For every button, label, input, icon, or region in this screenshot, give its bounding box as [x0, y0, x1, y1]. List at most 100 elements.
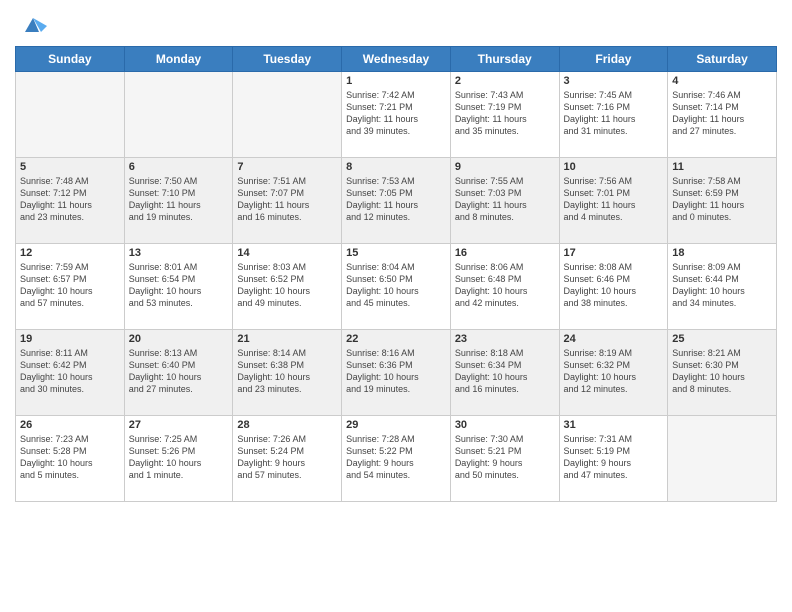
day-number: 20 [129, 333, 229, 345]
day-number: 8 [346, 161, 446, 173]
calendar-cell: 3 Sunrise: 7:45 AM Sunset: 7:16 PM Daylig… [559, 72, 668, 158]
cell-info: Sunrise: 8:01 AM Sunset: 6:54 PM Dayligh… [129, 261, 229, 310]
cell-info: Sunrise: 7:42 AM Sunset: 7:21 PM Dayligh… [346, 89, 446, 138]
header [15, 10, 777, 38]
calendar-cell: 26Sunrise: 7:23 AM Sunset: 5:28 PM Dayli… [16, 416, 125, 502]
weekday-header: Wednesday [342, 47, 451, 72]
calendar-cell: 2 Sunrise: 7:43 AM Sunset: 7:19 PM Daylig… [450, 72, 559, 158]
cell-info: Sunrise: 7:55 AM Sunset: 7:03 PM Dayligh… [455, 175, 555, 224]
calendar-week-row: 12 Sunrise: 7:59 AM Sunset: 6:57 PM Dayli… [16, 244, 777, 330]
day-number: 19 [20, 333, 120, 345]
day-number: 25 [672, 333, 772, 345]
day-number: 29 [346, 419, 446, 431]
day-number: 15 [346, 247, 446, 259]
day-number: 17 [564, 247, 664, 259]
calendar-cell: 30 Sunrise: 7:30 AM Sunset: 5:21 PM Dayli… [450, 416, 559, 502]
calendar-cell: 7Sunrise: 7:51 AM Sunset: 7:07 PM Daylig… [233, 158, 342, 244]
cell-info: Sunrise: 7:45 AM Sunset: 7:16 PM Dayligh… [564, 89, 664, 138]
day-number: 10 [564, 161, 664, 173]
calendar-cell: 6 Sunrise: 7:50 AM Sunset: 7:10 PM Daylig… [124, 158, 233, 244]
day-number: 27 [129, 419, 229, 431]
cell-info: Sunrise: 7:59 AM Sunset: 6:57 PM Dayligh… [20, 261, 120, 310]
calendar-cell [16, 72, 125, 158]
day-number: 11 [672, 161, 772, 173]
weekday-header: Thursday [450, 47, 559, 72]
calendar-cell: 4 Sunrise: 7:46 AM Sunset: 7:14 PM Daylig… [668, 72, 777, 158]
calendar-cell: 9 Sunrise: 7:55 AM Sunset: 7:03 PM Daylig… [450, 158, 559, 244]
calendar-cell: 18 Sunrise: 8:09 AM Sunset: 6:44 PM Dayli… [668, 244, 777, 330]
day-number: 1 [346, 75, 446, 87]
day-number: 22 [346, 333, 446, 345]
calendar-cell [668, 416, 777, 502]
cell-info: Sunrise: 7:26 AM Sunset: 5:24 PM Dayligh… [237, 433, 337, 482]
day-number: 14 [237, 247, 337, 259]
calendar-cell: 8 Sunrise: 7:53 AM Sunset: 7:05 PM Daylig… [342, 158, 451, 244]
cell-info: Sunrise: 8:16 AM Sunset: 6:36 PM Dayligh… [346, 347, 446, 396]
logo [15, 14, 47, 38]
cell-info: Sunrise: 8:13 AM Sunset: 6:40 PM Dayligh… [129, 347, 229, 396]
calendar-cell: 25 Sunrise: 8:21 AM Sunset: 6:30 PM Dayli… [668, 330, 777, 416]
logo-icon [19, 10, 47, 38]
cell-info: Sunrise: 8:08 AM Sunset: 6:46 PM Dayligh… [564, 261, 664, 310]
cell-info: Sunrise: 7:50 AM Sunset: 7:10 PM Dayligh… [129, 175, 229, 224]
calendar-cell: 1 Sunrise: 7:42 AM Sunset: 7:21 PM Daylig… [342, 72, 451, 158]
day-number: 6 [129, 161, 229, 173]
weekday-header: Tuesday [233, 47, 342, 72]
calendar-week-row: 19 Sunrise: 8:11 AM Sunset: 6:42 PM Dayli… [16, 330, 777, 416]
calendar-cell: 21 Sunrise: 8:14 AM Sunset: 6:38 PM Dayli… [233, 330, 342, 416]
calendar-cell: 14 Sunrise: 8:03 AM Sunset: 6:52 PM Dayli… [233, 244, 342, 330]
cell-info: Sunrise: 8:19 AM Sunset: 6:32 PM Dayligh… [564, 347, 664, 396]
calendar-week-row: 1 Sunrise: 7:42 AM Sunset: 7:21 PM Daylig… [16, 72, 777, 158]
day-number: 5 [20, 161, 120, 173]
cell-info: Sunrise: 7:43 AM Sunset: 7:19 PM Dayligh… [455, 89, 555, 138]
cell-info: Sunrise: 8:03 AM Sunset: 6:52 PM Dayligh… [237, 261, 337, 310]
cell-info: Sunrise: 8:21 AM Sunset: 6:30 PM Dayligh… [672, 347, 772, 396]
cell-info: Sunrise: 8:09 AM Sunset: 6:44 PM Dayligh… [672, 261, 772, 310]
cell-info: Sunrise: 7:58 AM Sunset: 6:59 PM Dayligh… [672, 175, 772, 224]
cell-info: Sunrise: 7:23 AM Sunset: 5:28 PM Dayligh… [20, 433, 120, 482]
cell-info: Sunrise: 7:51 AM Sunset: 7:07 PM Dayligh… [237, 175, 337, 224]
day-number: 13 [129, 247, 229, 259]
calendar-cell: 28Sunrise: 7:26 AM Sunset: 5:24 PM Dayli… [233, 416, 342, 502]
calendar-cell [233, 72, 342, 158]
calendar-cell: 24 Sunrise: 8:19 AM Sunset: 6:32 PM Dayli… [559, 330, 668, 416]
page: SundayMondayTuesdayWednesdayThursdayFrid… [0, 0, 792, 612]
day-number: 18 [672, 247, 772, 259]
day-number: 30 [455, 419, 555, 431]
calendar-cell: 15 Sunrise: 8:04 AM Sunset: 6:50 PM Dayli… [342, 244, 451, 330]
calendar-cell: 13 Sunrise: 8:01 AM Sunset: 6:54 PM Dayli… [124, 244, 233, 330]
calendar-cell: 5 Sunrise: 7:48 AM Sunset: 7:12 PM Daylig… [16, 158, 125, 244]
calendar-cell: 27Sunrise: 7:25 AM Sunset: 5:26 PM Dayli… [124, 416, 233, 502]
day-number: 12 [20, 247, 120, 259]
cell-info: Sunrise: 7:53 AM Sunset: 7:05 PM Dayligh… [346, 175, 446, 224]
calendar-cell: 22 Sunrise: 8:16 AM Sunset: 6:36 PM Dayli… [342, 330, 451, 416]
day-number: 21 [237, 333, 337, 345]
weekday-header: Sunday [16, 47, 125, 72]
day-number: 24 [564, 333, 664, 345]
calendar-cell: 29Sunrise: 7:28 AM Sunset: 5:22 PM Dayli… [342, 416, 451, 502]
cell-info: Sunrise: 8:04 AM Sunset: 6:50 PM Dayligh… [346, 261, 446, 310]
day-number: 3 [564, 75, 664, 87]
calendar-cell: 12 Sunrise: 7:59 AM Sunset: 6:57 PM Dayli… [16, 244, 125, 330]
day-number: 4 [672, 75, 772, 87]
cell-info: Sunrise: 7:30 AM Sunset: 5:21 PM Dayligh… [455, 433, 555, 482]
calendar-cell [124, 72, 233, 158]
day-number: 31 [564, 419, 664, 431]
cell-info: Sunrise: 7:48 AM Sunset: 7:12 PM Dayligh… [20, 175, 120, 224]
weekday-header: Friday [559, 47, 668, 72]
cell-info: Sunrise: 8:14 AM Sunset: 6:38 PM Dayligh… [237, 347, 337, 396]
calendar-cell: 31 Sunrise: 7:31 AM Sunset: 5:19 PM Dayli… [559, 416, 668, 502]
calendar-week-row: 26Sunrise: 7:23 AM Sunset: 5:28 PM Dayli… [16, 416, 777, 502]
cell-info: Sunrise: 8:06 AM Sunset: 6:48 PM Dayligh… [455, 261, 555, 310]
cell-info: Sunrise: 7:31 AM Sunset: 5:19 PM Dayligh… [564, 433, 664, 482]
day-number: 16 [455, 247, 555, 259]
cell-info: Sunrise: 8:18 AM Sunset: 6:34 PM Dayligh… [455, 347, 555, 396]
calendar-cell: 20 Sunrise: 8:13 AM Sunset: 6:40 PM Dayli… [124, 330, 233, 416]
calendar-cell: 10Sunrise: 7:56 AM Sunset: 7:01 PM Dayli… [559, 158, 668, 244]
cell-info: Sunrise: 8:11 AM Sunset: 6:42 PM Dayligh… [20, 347, 120, 396]
cell-info: Sunrise: 7:46 AM Sunset: 7:14 PM Dayligh… [672, 89, 772, 138]
day-number: 9 [455, 161, 555, 173]
day-number: 2 [455, 75, 555, 87]
calendar-week-row: 5 Sunrise: 7:48 AM Sunset: 7:12 PM Daylig… [16, 158, 777, 244]
calendar-cell: 19 Sunrise: 8:11 AM Sunset: 6:42 PM Dayli… [16, 330, 125, 416]
